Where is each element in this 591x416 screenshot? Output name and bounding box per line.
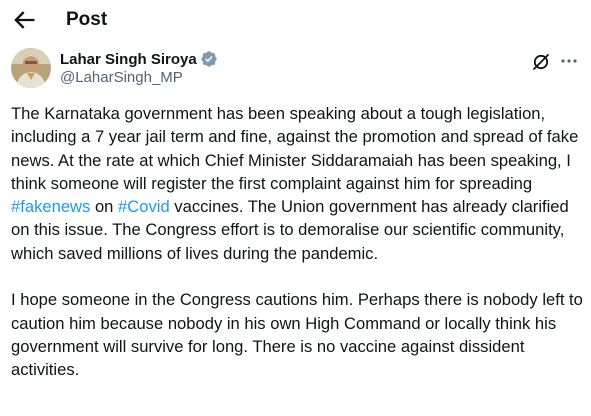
grok-button[interactable]	[531, 52, 551, 72]
author-name-row: Lahar Singh Siroya	[60, 50, 218, 68]
more-button[interactable]	[559, 51, 579, 71]
post-text: The Karnataka government has been speaki…	[11, 102, 583, 382]
author-handle[interactable]: @LaharSingh_MP	[60, 69, 183, 86]
hashtag-link[interactable]: #fakenews	[11, 197, 90, 216]
page-title: Post	[66, 9, 108, 30]
post-author-row: Lahar Singh Siroya @LaharSingh_MP	[11, 47, 581, 91]
arrow-left-icon	[14, 11, 35, 29]
more-icon	[561, 59, 577, 63]
verified-badge-icon	[201, 51, 217, 67]
back-button[interactable]	[10, 6, 38, 34]
avatar[interactable]	[11, 48, 51, 88]
top-bar: Post	[0, 0, 591, 44]
author-name[interactable]: Lahar Singh Siroya	[60, 51, 197, 68]
hashtag-link[interactable]: #Covid	[118, 197, 170, 216]
post-paragraph: I hope someone in the Congress cautions …	[11, 290, 583, 380]
post-paragraph: The Karnataka government has been speaki…	[11, 104, 579, 263]
grok-icon	[533, 54, 549, 70]
